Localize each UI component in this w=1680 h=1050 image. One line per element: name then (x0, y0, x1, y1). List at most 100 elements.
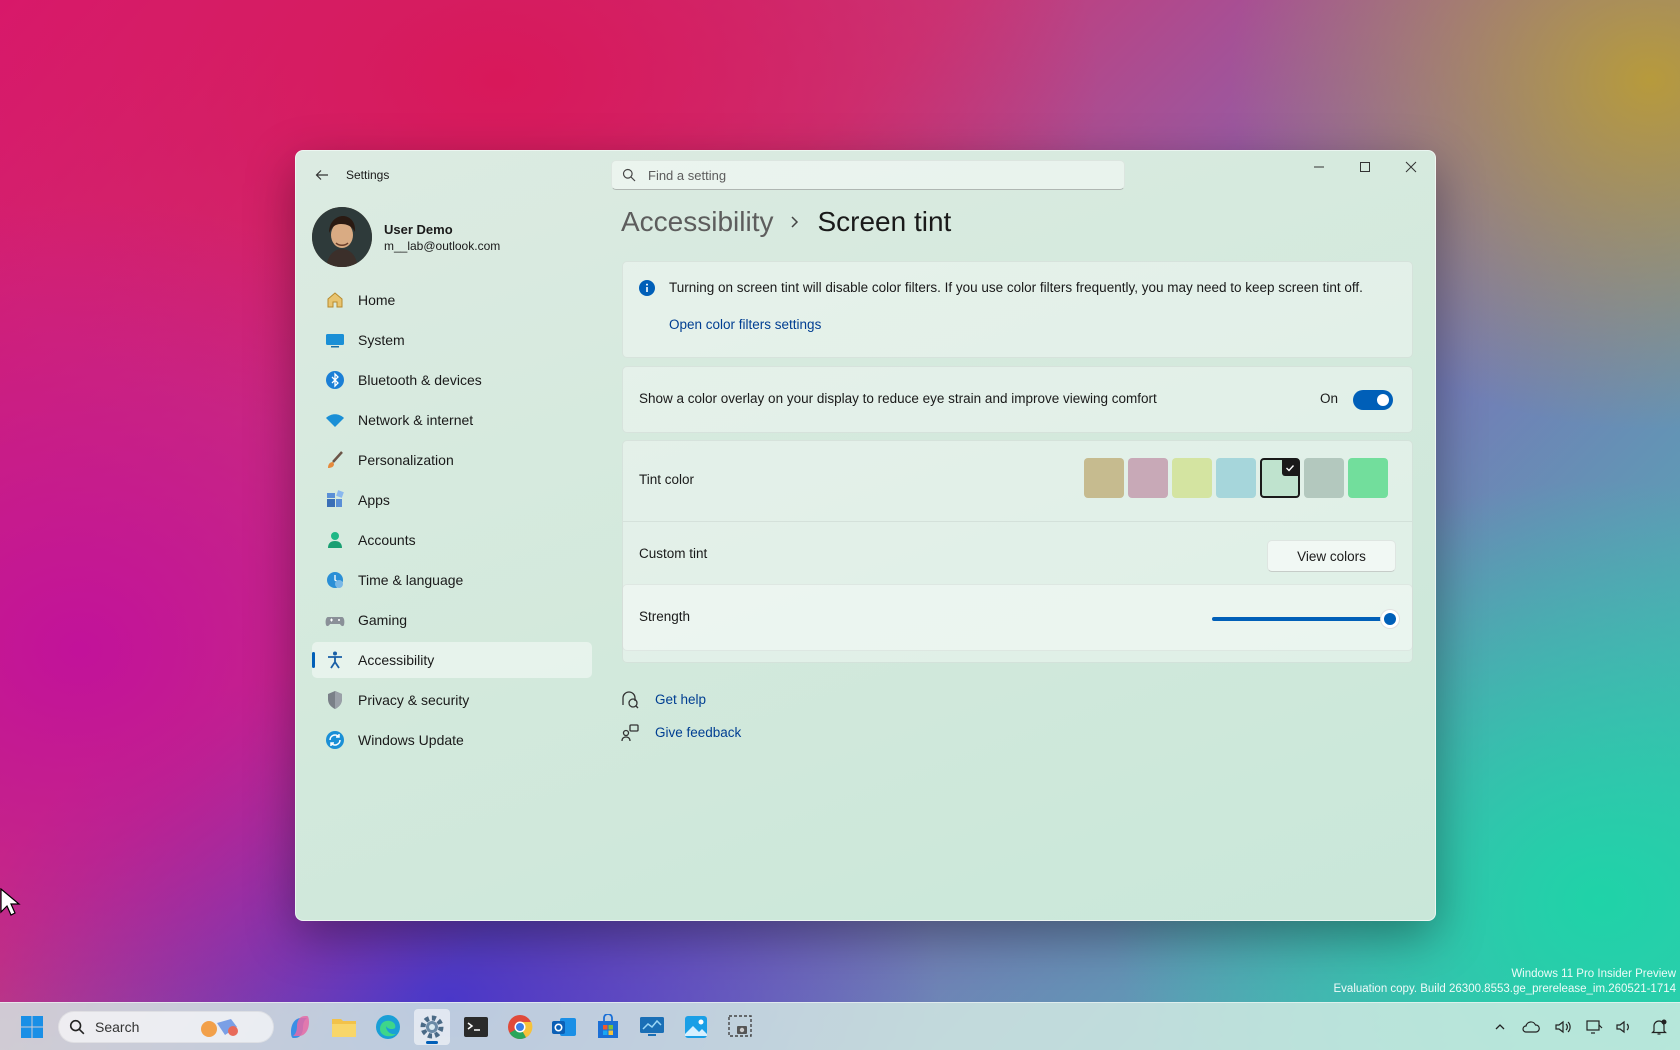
breadcrumb-parent[interactable]: Accessibility (621, 206, 773, 238)
system-icon (324, 329, 346, 351)
close-button[interactable] (1388, 151, 1434, 183)
settings-search[interactable] (611, 160, 1125, 190)
profile-email: m__lab@outlook.com (384, 238, 501, 253)
shield-icon (324, 689, 346, 711)
get-help-link[interactable]: Get help (621, 683, 741, 716)
tint-swatch[interactable] (1084, 458, 1124, 498)
search-input[interactable] (648, 167, 1108, 183)
chrome-icon (508, 1015, 533, 1040)
taskbar-photos[interactable] (678, 1009, 714, 1045)
chevron-up-icon (1495, 1024, 1505, 1030)
accounts-icon (324, 529, 346, 551)
breadcrumb: Accessibility Screen tint (621, 206, 951, 238)
overlay-toggle-card: Show a color overlay on your display to … (622, 366, 1413, 433)
user-profile[interactable]: User Demo m__lab@outlook.com (312, 207, 500, 267)
tint-swatch[interactable] (1128, 458, 1168, 498)
sidebar-item-label: System (358, 332, 405, 348)
taskbar: Search (0, 1002, 1680, 1050)
help-links: Get help Give feedback (621, 683, 741, 749)
view-colors-button[interactable]: View colors (1267, 540, 1396, 572)
minimize-icon (1314, 166, 1324, 168)
tint-swatch[interactable] (1304, 458, 1344, 498)
sidebar-item-privacy[interactable]: Privacy & security (312, 682, 592, 718)
info-card: Turning on screen tint will disable colo… (622, 261, 1413, 358)
sidebar-item-bluetooth[interactable]: Bluetooth & devices (312, 362, 592, 398)
taskbar-store[interactable] (590, 1009, 626, 1045)
tint-swatch[interactable] (1216, 458, 1256, 498)
taskbar-remote-desktop[interactable] (634, 1009, 670, 1045)
feedback-icon (621, 723, 639, 742)
taskbar-edge[interactable] (370, 1009, 406, 1045)
divider (623, 521, 1412, 522)
sidebar-item-accessibility[interactable]: Accessibility (312, 642, 592, 678)
sidebar-item-label: Network & internet (358, 412, 474, 428)
tray-volume[interactable] (1553, 1017, 1573, 1037)
sidebar-item-accounts[interactable]: Accounts (312, 522, 592, 558)
tint-swatches (1084, 458, 1392, 498)
edge-icon (376, 1015, 400, 1039)
speaker-icon (1616, 1020, 1629, 1034)
taskbar-snipping-tool[interactable] (722, 1009, 758, 1045)
taskbar-settings[interactable] (414, 1009, 450, 1045)
watermark-line-2: Evaluation copy. Build 26300.8553.ge_pre… (1333, 983, 1676, 995)
remote-desktop-icon (640, 1017, 664, 1036)
sidebar-item-windows-update[interactable]: Windows Update (312, 722, 592, 758)
sidebar-item-personalization[interactable]: Personalization (312, 442, 592, 478)
help-icon (621, 690, 639, 709)
sidebar-item-label: Windows Update (358, 732, 464, 748)
watermark-line-1: Windows 11 Pro Insider Preview (1511, 968, 1676, 980)
strength-card: Strength (622, 584, 1413, 651)
sidebar-item-time-language[interactable]: Time & language (312, 562, 592, 598)
evaluation-watermark: Windows 11 Pro Insider Preview Evaluatio… (1334, 967, 1676, 997)
taskbar-terminal[interactable] (458, 1009, 494, 1045)
tray-overflow-button[interactable] (1490, 1017, 1510, 1037)
give-feedback-link[interactable]: Give feedback (621, 716, 741, 749)
back-arrow-icon (315, 170, 328, 180)
folder-icon (332, 1019, 356, 1037)
gear-icon (420, 1015, 444, 1039)
tray-onedrive[interactable] (1521, 1017, 1541, 1037)
outlook-icon (552, 1018, 576, 1036)
sidebar-item-label: Accounts (358, 532, 416, 548)
color-filters-link[interactable]: Open color filters settings (669, 317, 821, 332)
page-title: Screen tint (817, 206, 952, 237)
slider-thumb[interactable] (1380, 609, 1400, 629)
windows-update-icon (324, 729, 346, 751)
avatar (312, 207, 372, 267)
tint-swatch[interactable] (1348, 458, 1388, 498)
sidebar-item-apps[interactable]: Apps (312, 482, 592, 518)
taskbar-outlook[interactable] (546, 1009, 582, 1045)
sidebar-item-network[interactable]: Network & internet (312, 402, 592, 438)
bluetooth-icon (324, 369, 346, 391)
tray-notifications[interactable] (1649, 1017, 1669, 1037)
sidebar-item-home[interactable]: Home (312, 282, 592, 318)
accessibility-icon (324, 649, 346, 671)
start-button[interactable] (14, 1009, 50, 1045)
back-button[interactable] (308, 163, 336, 187)
get-help-label: Get help (655, 692, 707, 707)
tint-color-row: Tint color (623, 441, 1412, 521)
mouse-cursor-icon (0, 888, 21, 916)
cloud-icon (1522, 1021, 1540, 1033)
maximize-button[interactable] (1342, 151, 1388, 183)
sidebar-item-gaming[interactable]: Gaming (312, 602, 592, 638)
tint-swatch[interactable] (1260, 458, 1300, 498)
taskbar-chrome[interactable] (502, 1009, 538, 1045)
sidebar-item-system[interactable]: System (312, 322, 592, 358)
minimize-button[interactable] (1296, 151, 1342, 183)
avatar-image (312, 207, 372, 267)
toggle-knob (1377, 394, 1389, 406)
taskbar-search[interactable]: Search (58, 1011, 274, 1043)
taskbar-file-explorer[interactable] (326, 1009, 362, 1045)
sidebar-item-label: Home (358, 292, 396, 308)
bell-icon (1651, 1019, 1667, 1035)
strength-slider[interactable] (1212, 609, 1400, 629)
tray-speaker[interactable] (1614, 1017, 1634, 1037)
sidebar-item-label: Bluetooth & devices (358, 372, 482, 388)
tray-network[interactable] (1584, 1017, 1604, 1037)
give-feedback-label: Give feedback (655, 725, 742, 740)
screen-tint-toggle[interactable] (1353, 390, 1393, 410)
taskbar-copilot[interactable] (282, 1009, 318, 1045)
profile-name: User Demo (384, 221, 453, 237)
tint-swatch[interactable] (1172, 458, 1212, 498)
